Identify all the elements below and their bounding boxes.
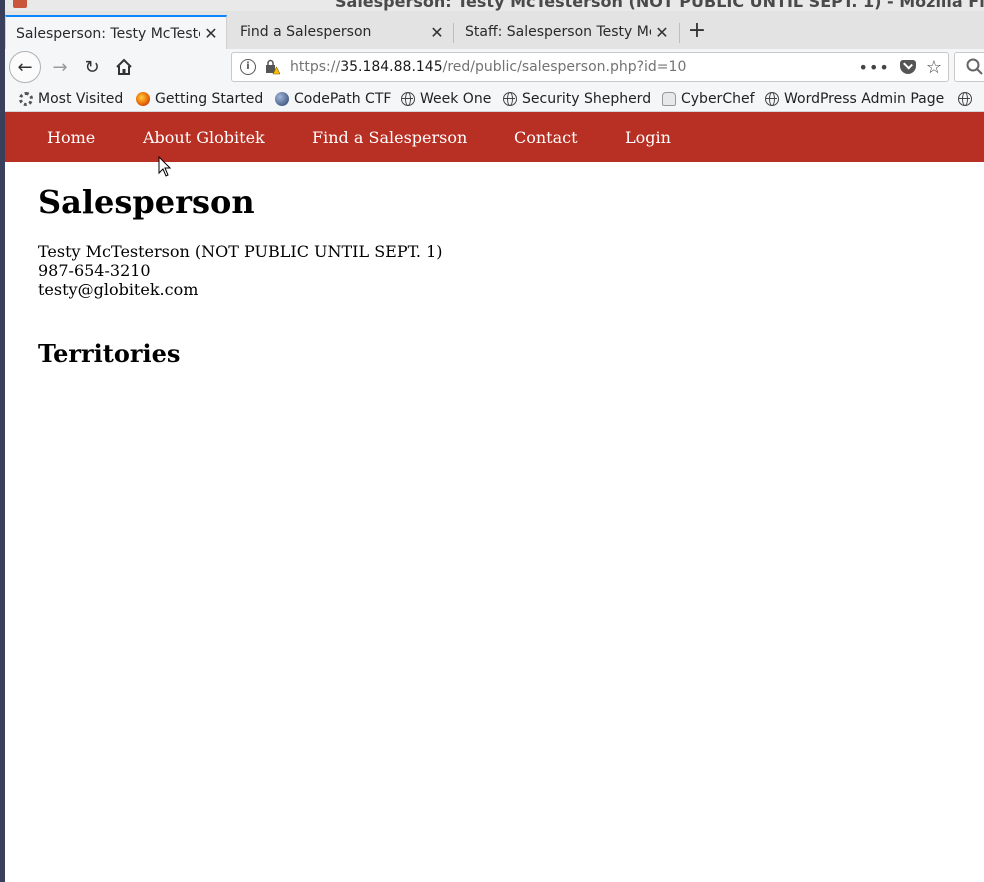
globe-icon [765, 92, 779, 106]
bookmark-star-icon[interactable]: ☆ [926, 57, 942, 78]
salesperson-name: Testy McTesterson (NOT PUBLIC UNTIL SEPT… [38, 242, 443, 261]
bookmark-getting-started[interactable]: Getting Started [136, 87, 263, 111]
tab-separator [453, 23, 454, 43]
close-icon[interactable]: ✕ [204, 24, 218, 43]
bookmark-label: Getting Started [155, 91, 264, 107]
tab-label: Find a Salesperson [240, 24, 372, 40]
bookmark-label: Security Shepherd [522, 91, 652, 107]
new-tab-plus-icon[interactable]: + [685, 19, 709, 43]
bookmark-security-shepherd[interactable]: Security Shepherd [503, 87, 651, 111]
nav-about-link[interactable]: About Globitek [143, 112, 265, 162]
globe-icon [503, 92, 517, 106]
window-titlebar: Salesperson: Testy McTesterson (NOT PUBL… [5, 0, 984, 11]
bookmark-label: Week One [420, 91, 492, 107]
url-scheme: https:// [290, 59, 341, 75]
url-bar[interactable]: i https://35.184.88.145/red/public/sales… [231, 52, 949, 82]
close-icon[interactable]: ✕ [430, 23, 444, 42]
search-box[interactable] [954, 52, 984, 82]
globe-icon [958, 92, 972, 106]
bookmark-label: CyberChef [681, 91, 755, 107]
home-icon[interactable] [111, 53, 137, 81]
salesperson-email: testy@globitek.com [38, 280, 199, 299]
reload-icon[interactable]: ↻ [79, 53, 105, 81]
bookmark-cyberchef[interactable]: CyberChef [662, 87, 755, 111]
salesperson-phone: 987-654-3210 [38, 261, 151, 280]
nav-contact-link[interactable]: Contact [514, 112, 578, 162]
site-nav: Home About Globitek Find a Salesperson C… [5, 112, 984, 162]
url-path: /red/public/salesperson.php?id=10 [442, 59, 687, 75]
forward-arrow-icon[interactable]: → [47, 53, 73, 81]
salesperson-details: Testy McTesterson (NOT PUBLIC UNTIL SEPT… [38, 242, 443, 299]
tab-separator [679, 23, 680, 43]
url-text[interactable]: https://35.184.88.145/red/public/salespe… [290, 59, 859, 75]
bookmark-overflow[interactable] [958, 87, 977, 111]
bookmark-week-one[interactable]: Week One [401, 87, 491, 111]
back-arrow-icon[interactable]: ← [9, 51, 41, 83]
search-icon [966, 58, 983, 75]
chef-icon [662, 92, 676, 106]
page-content: Home About Globitek Find a Salesperson C… [5, 112, 984, 882]
bookmarks-toolbar: Most Visited Getting Started CodePath CT… [5, 87, 984, 112]
tab-salesperson[interactable]: Salesperson: Testy McTesterson (NOT PUBL… [5, 15, 227, 50]
tab-find-salesperson[interactable]: Find a Salesperson ✕ [230, 15, 452, 49]
nav-home-link[interactable]: Home [47, 112, 95, 162]
bookmark-label: WordPress Admin Page [784, 91, 945, 107]
codepath-icon [275, 92, 289, 106]
tab-label: Salesperson: Testy McTesterson (NOT PUBL… [16, 25, 200, 42]
info-icon[interactable]: i [240, 59, 256, 75]
bookmark-label: CodePath CTF [294, 91, 392, 107]
bookmark-wordpress-admin[interactable]: WordPress Admin Page [765, 87, 944, 111]
firefox-app-icon [13, 0, 27, 8]
globe-icon [401, 92, 415, 106]
firefox-icon [136, 92, 150, 106]
close-icon[interactable]: ✕ [655, 23, 669, 42]
bookmark-label: Most Visited [38, 91, 124, 107]
nav-find-salesperson-link[interactable]: Find a Salesperson [312, 112, 467, 162]
bookmark-most-visited[interactable]: Most Visited [19, 87, 123, 111]
gear-icon [19, 92, 33, 106]
url-host: 35.184.88.145 [340, 59, 443, 75]
window-title: Salesperson: Testy McTesterson (NOT PUBL… [335, 0, 984, 11]
tab-label: Staff: Salesperson Testy McTesterson [465, 24, 651, 40]
territories-heading: Territories [38, 339, 181, 368]
page-title: Salesperson [38, 183, 255, 221]
insecure-lock-warning-icon[interactable] [264, 59, 281, 75]
tab-staff-salesperson[interactable]: Staff: Salesperson Testy McTesterson ✕ [455, 15, 677, 49]
bookmark-codepath-ctf[interactable]: CodePath CTF [275, 87, 391, 111]
tab-strip: Salesperson: Testy McTesterson (NOT PUBL… [5, 11, 984, 50]
page-actions-menu-icon[interactable]: ••• [859, 58, 890, 77]
nav-login-link[interactable]: Login [625, 112, 671, 162]
pocket-icon[interactable] [899, 60, 916, 74]
navigation-toolbar: ← → ↻ i https://35.184.88.145/red/public… [5, 49, 984, 87]
